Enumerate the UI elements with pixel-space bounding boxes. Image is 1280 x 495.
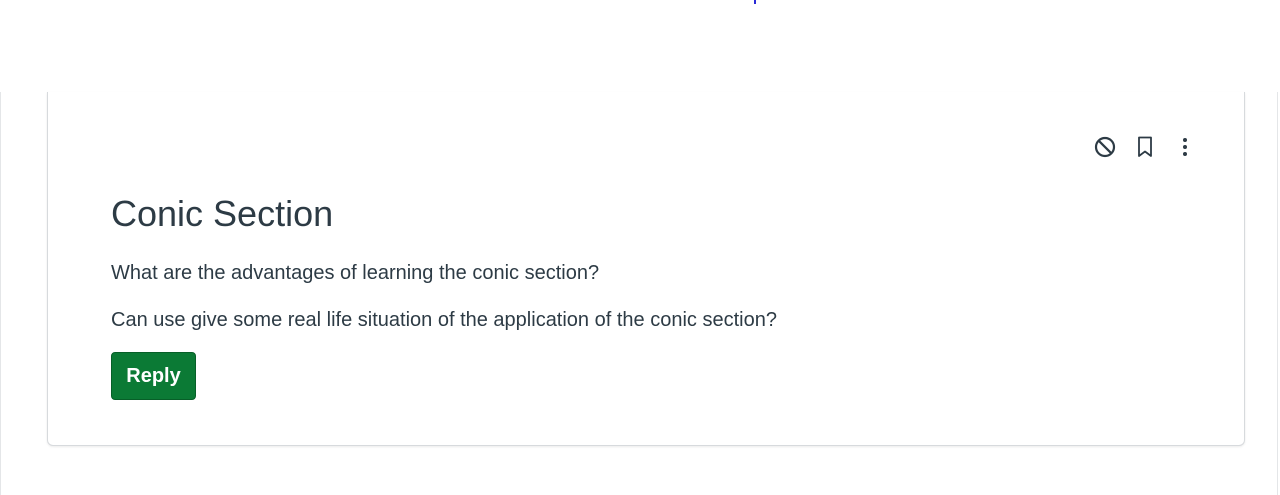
discussion-body-line-1: What are the advantages of learning the … <box>111 262 600 284</box>
discussion-card: Conic Section What are the advantages of… <box>47 92 1245 446</box>
right-divider <box>1277 92 1278 495</box>
page: Conic Section What are the advantages of… <box>0 0 1280 495</box>
bookmark-icon[interactable] <box>1132 134 1158 160</box>
top-marker <box>754 0 756 4</box>
discussion-body-line-2: Can use give some real life situation of… <box>111 309 777 331</box>
card-actions <box>1092 134 1198 160</box>
more-options-icon[interactable] <box>1172 134 1198 160</box>
block-icon[interactable] <box>1092 134 1118 160</box>
left-divider <box>0 92 1 495</box>
discussion-title: Conic Section <box>111 193 334 234</box>
discussion-content: Conic Section What are the advantages of… <box>111 192 1184 400</box>
reply-button[interactable]: Reply <box>111 352 196 400</box>
